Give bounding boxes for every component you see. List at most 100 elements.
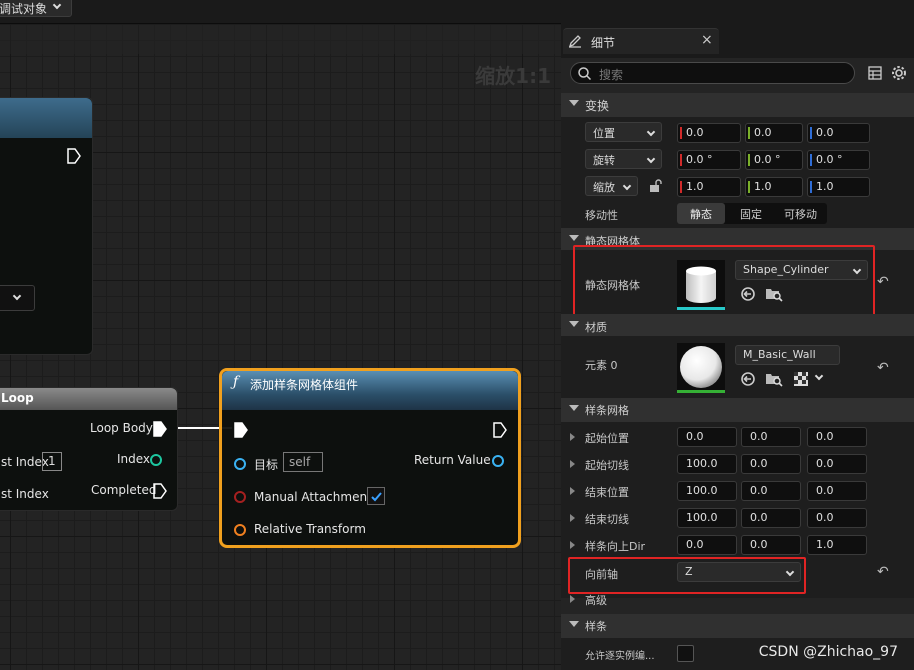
scale-mode-dropdown[interactable]: 缩放 [585, 176, 638, 196]
start-pos-y-field[interactable]: 0.0 [741, 427, 801, 447]
end-pos-x-field[interactable]: 100.0 [677, 481, 737, 501]
add-spline-mesh-component-node[interactable]: ƒ 添加样条网格体组件 目标 self Return Value Manual … [219, 368, 521, 548]
blueprint-graph-canvas[interactable]: 调试对象 缩放1:1 Loop Loop Body st Index 1 Ind… [0, 0, 561, 670]
highlight-box-forward-axis [568, 557, 806, 594]
material-element-label: 元素 0 [585, 359, 618, 372]
use-selected-asset-icon[interactable] [740, 371, 756, 387]
graph-toolbar: 调试对象 [0, 0, 561, 24]
collapse-arrow-icon [569, 405, 579, 411]
mobility-segmented-control: 静态 固定 可移动 [677, 203, 827, 224]
mobility-movable-option[interactable]: 可移动 [777, 203, 827, 224]
spline-category[interactable]: 样条 [561, 614, 914, 638]
expand-arrow-icon[interactable] [570, 541, 575, 549]
transform-header: 变换 [585, 99, 610, 113]
end-pos-y-field[interactable]: 0.0 [741, 481, 801, 501]
spline-up-dir-y-field[interactable]: 0.0 [741, 535, 801, 555]
partial-node-header [0, 98, 92, 138]
location-y-field[interactable]: 0.0 [745, 123, 803, 143]
rotation-y-field[interactable]: 0.0 ° [745, 150, 803, 170]
scale-x-field[interactable]: 1.0 [677, 177, 741, 197]
start-pos-x-field[interactable]: 0.0 [677, 427, 737, 447]
for-loop-node[interactable]: Loop Loop Body st Index 1 Index st Index… [0, 387, 178, 511]
details-panel: 细节 × 搜索 变换 位置 0.0 0.0 0.0 旋转 0.0 ° 0.0 °… [561, 0, 914, 670]
index-label: Index [117, 452, 151, 466]
chevron-down-icon [622, 181, 632, 191]
rotation-label: 旋转 [593, 154, 615, 167]
mobility-static-option[interactable]: 静态 [677, 203, 725, 224]
partial-node[interactable] [0, 97, 93, 355]
start-pos-z-field[interactable]: 0.0 [807, 427, 867, 447]
details-tab[interactable]: 细节 × [563, 28, 719, 54]
manual-attachment-checkbox[interactable] [367, 487, 385, 505]
spline-mesh-category[interactable]: 样条网格 [561, 398, 914, 422]
spline-up-dir-z-field[interactable]: 1.0 [807, 535, 867, 555]
end-pos-z-field[interactable]: 0.0 [807, 481, 867, 501]
manual-attachment-pin-icon[interactable] [234, 491, 246, 503]
expand-arrow-icon[interactable] [570, 487, 575, 495]
reset-to-default-icon[interactable]: ↶ [877, 564, 889, 580]
completed-exec-pin-icon[interactable] [153, 483, 167, 499]
chevron-down-icon[interactable] [814, 371, 824, 381]
reset-to-default-icon[interactable]: ↶ [877, 274, 889, 290]
browse-folder-icon[interactable] [765, 371, 783, 387]
rotation-mode-dropdown[interactable]: 旋转 [585, 149, 662, 169]
location-mode-dropdown[interactable]: 位置 [585, 122, 662, 142]
chevron-down-icon [646, 127, 656, 137]
first-index-input[interactable]: 1 [42, 452, 62, 471]
target-pin-icon[interactable] [234, 458, 246, 470]
close-tab-icon[interactable]: × [701, 32, 713, 48]
start-tangent-z-field[interactable]: 0.0 [807, 454, 867, 474]
expand-arrow-icon[interactable] [570, 433, 575, 441]
loop-body-exec-pin-icon[interactable] [153, 421, 167, 437]
material-element-row: 元素 0 M_Basic_Wall [561, 336, 914, 398]
index-pin-icon[interactable] [150, 454, 162, 466]
material-asset-dropdown[interactable]: M_Basic_Wall [735, 345, 840, 365]
rotation-x-field[interactable]: 0.0 ° [677, 150, 741, 170]
exec-out-pin-icon[interactable] [67, 148, 81, 164]
expand-arrow-icon[interactable] [570, 460, 575, 468]
spline-up-dir-x-field[interactable]: 0.0 [677, 535, 737, 555]
for-loop-title: Loop [1, 391, 34, 405]
allow-instance-edit-label: 允许逐实例编... [585, 651, 655, 662]
expand-arrow-icon[interactable] [570, 595, 575, 603]
details-search-input[interactable]: 搜索 [570, 62, 855, 84]
expand-arrow-icon[interactable] [570, 514, 575, 522]
last-index-label: st Index [1, 487, 49, 501]
material-thumbnail[interactable] [677, 343, 725, 393]
texture-checker-icon[interactable] [793, 371, 809, 387]
exec-out-pin-icon[interactable] [493, 422, 507, 438]
location-x-field[interactable]: 0.0 [677, 123, 741, 143]
partial-node-dropdown[interactable] [0, 285, 35, 311]
end-tangent-x-field[interactable]: 100.0 [677, 508, 737, 528]
start-tangent-y-field[interactable]: 0.0 [741, 454, 801, 474]
reset-to-default-icon[interactable]: ↶ [877, 360, 889, 376]
end-tangent-z-field[interactable]: 0.0 [807, 508, 867, 528]
allow-instance-edit-checkbox[interactable] [677, 645, 694, 662]
gear-icon[interactable] [891, 65, 907, 81]
csdn-watermark: CSDN @Zhichao_97 [758, 644, 898, 660]
relative-transform-pin-icon[interactable] [234, 524, 246, 536]
table-view-icon[interactable] [868, 66, 882, 80]
chevron-down-icon [52, 0, 62, 10]
unlock-icon[interactable] [648, 179, 662, 193]
spline-header: 样条 [585, 620, 607, 633]
rotation-z-field[interactable]: 0.0 ° [807, 150, 870, 170]
scale-y-field[interactable]: 1.0 [745, 177, 803, 197]
advanced-label[interactable]: 高级 [585, 592, 607, 608]
end-tangent-y-field[interactable]: 0.0 [741, 508, 801, 528]
return-value-pin-icon[interactable] [492, 455, 504, 467]
location-z-field[interactable]: 0.0 [807, 123, 870, 143]
materials-category[interactable]: 材质 [561, 314, 914, 336]
mobility-stationary-option[interactable]: 固定 [729, 203, 775, 224]
scale-label: 缩放 [593, 181, 615, 194]
start-tangent-x-field[interactable]: 100.0 [677, 454, 737, 474]
target-self-input[interactable]: self [283, 452, 323, 472]
transform-category[interactable]: 变换 [561, 93, 914, 117]
loop-body-label: Loop Body [90, 421, 153, 435]
debug-object-dropdown[interactable]: 调试对象 [0, 0, 72, 17]
completed-label: Completed [91, 483, 157, 497]
scale-z-field[interactable]: 1.0 [807, 177, 870, 197]
material-value: M_Basic_Wall [743, 348, 816, 361]
mobility-label: 移动性 [585, 209, 618, 222]
exec-in-pin-icon[interactable] [234, 422, 248, 438]
